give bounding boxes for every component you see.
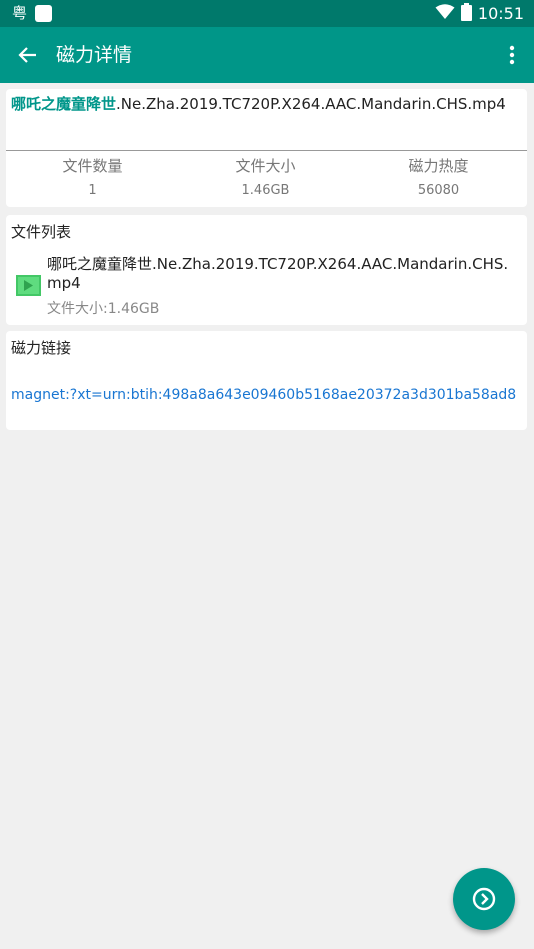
stat-label: 文件数量 xyxy=(62,157,123,175)
magnet-link-header: 磁力链接 xyxy=(11,339,72,357)
more-options-button[interactable] xyxy=(504,41,520,69)
magnet-summary-card: 哪吒之魔童降世.Ne.Zha.2019.TC720P.X264.AAC.Mand… xyxy=(6,89,527,207)
stat-label: 磁力热度 xyxy=(408,157,469,175)
square-notification-icon xyxy=(35,4,53,22)
stat-label: 文件大小 xyxy=(235,157,296,175)
status-bar: 粤 10:51 xyxy=(0,0,534,27)
magnet-link-card: 磁力链接 magnet:?xt=urn:btih:498a8a643e09460… xyxy=(6,331,527,430)
chevron-right-circle-icon xyxy=(472,887,496,911)
stat-magnet-heat: 磁力热度 56080 xyxy=(352,153,525,200)
stat-value: 56080 xyxy=(417,183,460,198)
page-title: 磁力详情 xyxy=(56,44,133,66)
resource-name-rest: .Ne.Zha.2019.TC720P.X264.AAC.Mandarin.CH… xyxy=(116,95,506,113)
stat-value: 1.46GB xyxy=(241,183,290,198)
wifi-icon xyxy=(435,4,455,24)
file-list-header: 文件列表 xyxy=(11,223,72,241)
fab-go-button[interactable] xyxy=(453,868,515,930)
more-vertical-icon xyxy=(509,45,515,65)
file-name: 哪吒之魔童降世.Ne.Zha.2019.TC720P.X264.AAC.Mand… xyxy=(47,255,509,292)
stat-file-size: 文件大小 1.46GB xyxy=(179,153,352,200)
clock-time: 10:51 xyxy=(477,4,524,23)
resource-name-highlight: 哪吒之魔童降世 xyxy=(11,95,117,113)
video-file-icon xyxy=(16,275,41,296)
file-size: 文件大小:1.46GB xyxy=(47,301,160,317)
app-toolbar: 磁力详情 xyxy=(0,27,534,83)
stat-file-count: 文件数量 1 xyxy=(6,153,179,200)
arrow-left-icon xyxy=(18,47,36,63)
divider xyxy=(6,150,527,151)
app-icon: 粤 xyxy=(12,4,28,22)
file-list-card: 文件列表 哪吒之魔童降世.Ne.Zha.2019.TC720P.X264.AAC… xyxy=(6,215,527,325)
magnet-link[interactable]: magnet:?xt=urn:btih:498a8a643e09460b5168… xyxy=(11,385,523,405)
back-button[interactable] xyxy=(14,41,42,69)
resource-name: 哪吒之魔童降世.Ne.Zha.2019.TC720P.X264.AAC.Mand… xyxy=(11,94,521,114)
stat-value: 1 xyxy=(88,183,97,198)
battery-icon xyxy=(460,3,472,25)
